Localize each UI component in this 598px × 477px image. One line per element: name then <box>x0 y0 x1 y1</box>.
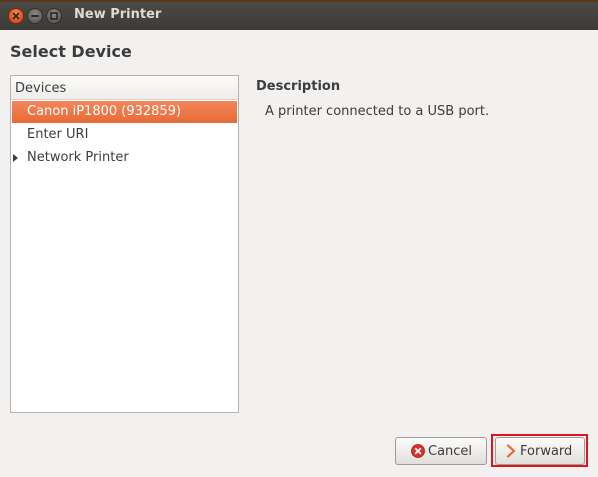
description-text: A printer connected to a USB port. <box>265 104 490 119</box>
close-icon[interactable] <box>8 8 24 24</box>
window-title: New Printer <box>74 7 162 22</box>
device-item-network-printer[interactable]: Network Printer <box>12 147 237 169</box>
devices-column-header[interactable]: Devices <box>11 76 238 100</box>
new-printer-dialog: New Printer Select Device Devices Canon … <box>0 0 598 477</box>
title-bar[interactable]: New Printer <box>0 0 598 30</box>
triangle-right-icon[interactable] <box>13 154 18 162</box>
device-item-label: Enter URI <box>27 127 89 142</box>
maximize-icon[interactable] <box>46 8 62 24</box>
device-item-label: Canon iP1800 (932859) <box>27 104 182 119</box>
device-item-canon-ip1800[interactable]: Canon iP1800 (932859) <box>12 101 237 123</box>
cancel-button[interactable]: Cancel <box>395 437 487 465</box>
chevron-right-icon <box>506 444 516 458</box>
forward-button-label: Forward <box>520 444 573 459</box>
device-item-label: Network Printer <box>27 150 129 165</box>
page-title: Select Device <box>10 42 132 61</box>
devices-header-label: Devices <box>15 81 67 96</box>
forward-button[interactable]: Forward <box>495 437 585 465</box>
device-item-enter-uri[interactable]: Enter URI <box>12 124 237 146</box>
description-heading: Description <box>256 79 341 94</box>
cancel-button-label: Cancel <box>428 444 473 459</box>
minimize-icon[interactable] <box>27 8 43 24</box>
cancel-circle-icon <box>411 444 425 458</box>
device-list[interactable]: Devices Canon iP1800 (932859) Enter URI … <box>10 75 239 413</box>
